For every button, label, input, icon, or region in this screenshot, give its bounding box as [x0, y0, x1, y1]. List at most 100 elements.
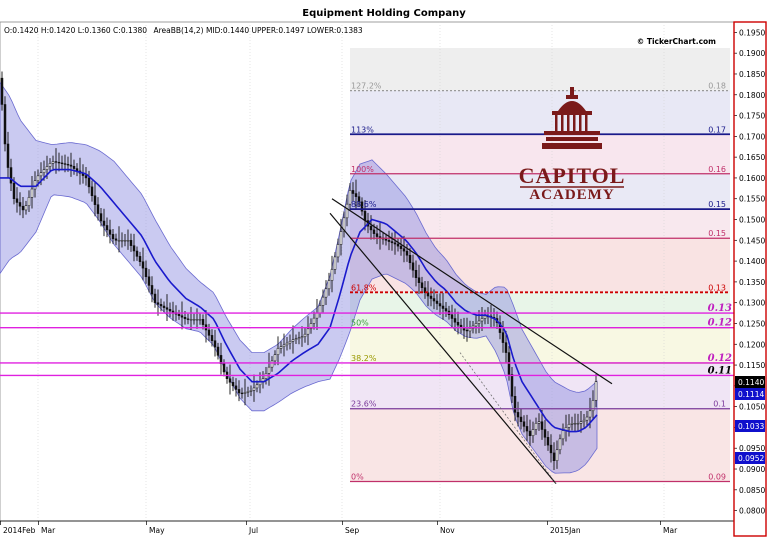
y-tick-label: 0.0900 [739, 465, 765, 474]
chart-title: Equipment Holding Company [302, 8, 466, 19]
candle-body [426, 292, 430, 297]
indicator-values: AreaBB(14,2) MID:0.1440 UPPER:0.1497 LOW… [153, 26, 362, 35]
candle-body [129, 240, 133, 246]
candle-body [333, 256, 337, 270]
price-tag-label: 0.1114 [738, 390, 764, 399]
price-tag-label: 0.0952 [738, 454, 764, 463]
candle-body [465, 329, 469, 332]
support-label: 0.12 [708, 353, 732, 364]
support-label: 0.11 [708, 365, 732, 376]
candle-body [30, 188, 34, 198]
candle-body [594, 381, 598, 401]
candle-body [549, 444, 553, 454]
candle-body [282, 344, 286, 347]
candle-body [402, 248, 406, 252]
candle-body [180, 315, 184, 318]
candle-body [87, 177, 91, 188]
candle-body [231, 382, 235, 387]
candle-body [192, 319, 196, 321]
candle-body [570, 423, 574, 425]
fib-value-label: 0.17 [708, 125, 726, 134]
y-tick-label: 0.1750 [739, 112, 765, 121]
candle-body [252, 387, 256, 391]
candle-body [408, 255, 412, 264]
watermark: © TickerChart.com [637, 37, 716, 46]
candle-body [228, 378, 232, 383]
candle-body [390, 241, 394, 244]
candle-body [243, 392, 247, 394]
candle-body [396, 243, 400, 247]
candle-body [54, 161, 58, 163]
candle-body [18, 202, 22, 207]
candle-body [42, 169, 46, 173]
y-tick-label: 0.0950 [739, 444, 765, 453]
fib-pct-label: 50% [351, 319, 369, 328]
candle-body [354, 193, 358, 197]
candle-body [144, 267, 148, 278]
y-tick-label: 0.1950 [739, 28, 765, 37]
candle-body [417, 277, 421, 283]
fib-pct-label: 0% [351, 472, 364, 481]
x-tick-label: Jul [248, 526, 258, 535]
fib-pct-label: 100% [351, 165, 374, 174]
y-tick-label: 0.1400 [739, 257, 765, 266]
candle-body [132, 245, 136, 252]
candle-body [414, 270, 418, 278]
candle-body [69, 164, 73, 167]
candle-body [534, 423, 538, 430]
candle-body [522, 421, 526, 427]
candle-body [306, 328, 310, 335]
fib-value-label: 0.18 [708, 82, 726, 91]
candle-body [387, 240, 391, 242]
candle-body [249, 390, 253, 392]
candle-body [48, 163, 52, 167]
y-tick-label: 0.1350 [739, 278, 765, 287]
candle-body [561, 430, 565, 440]
candle-body [168, 309, 172, 312]
y-tick-label: 0.1050 [739, 403, 765, 412]
candle-body [369, 225, 373, 231]
candle-body [9, 167, 13, 184]
candle-body [483, 315, 487, 319]
y-tick-label: 0.1250 [739, 319, 765, 328]
candle-body [15, 198, 19, 203]
candle-body [60, 162, 64, 164]
candle-body [324, 288, 328, 298]
candle-body [279, 346, 283, 349]
candle-body [51, 161, 55, 164]
candle-body [303, 333, 307, 337]
candle-body [477, 320, 481, 324]
candle-body [105, 225, 109, 231]
candle-body [525, 426, 529, 432]
candle-body [57, 161, 61, 164]
candle-body [189, 319, 193, 321]
y-tick-label: 0.1500 [739, 216, 765, 225]
candle-body [96, 204, 100, 214]
candle-body [63, 163, 67, 165]
candle-body [33, 180, 37, 190]
candle-body [474, 323, 478, 327]
candle-body [288, 341, 292, 344]
candle-body [510, 374, 514, 397]
candle-body [336, 244, 340, 258]
fib-pct-label: 61.8% [351, 283, 377, 292]
candle-body [585, 416, 589, 421]
candle-body [405, 250, 409, 256]
candle-body [516, 412, 520, 418]
chart: Equipment Holding Company 127.2% 0.18 113%… [0, 0, 768, 537]
candle-body [513, 396, 517, 413]
candle-body [213, 340, 217, 348]
candle-body [321, 296, 325, 306]
candle-body [411, 262, 415, 271]
y-tick-label: 0.1600 [739, 174, 765, 183]
candle-body [330, 269, 334, 281]
candle-body [165, 307, 169, 310]
x-tick-label: Sep [345, 526, 359, 535]
candle-body [12, 182, 16, 199]
candle-body [210, 335, 214, 341]
candle-body [294, 338, 298, 341]
fib-value-label: 0.16 [708, 165, 726, 174]
candle-body [99, 213, 103, 222]
candle-body [531, 429, 535, 437]
candle-body [540, 421, 544, 430]
